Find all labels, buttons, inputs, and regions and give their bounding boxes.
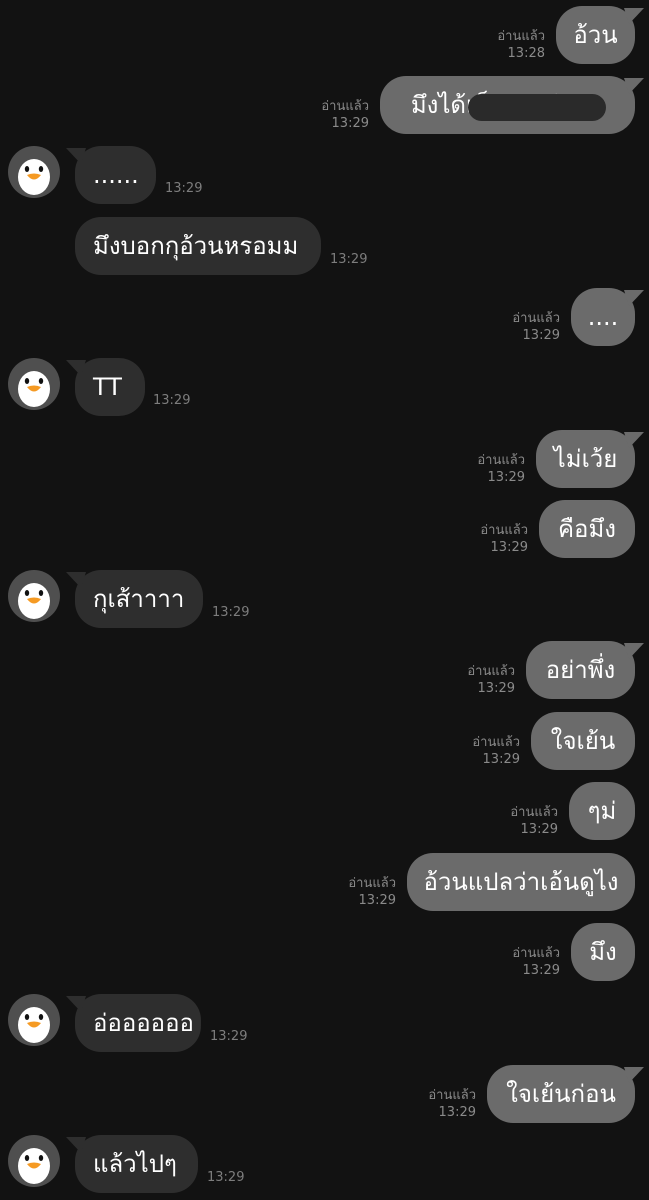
message-time: 13:29 xyxy=(358,893,396,908)
message-row-outgoing: อ่านแล้ว 13:29 มึง xyxy=(0,923,649,981)
message-bubble[interactable]: อ้วนแปลว่าเอ้นดูไง xyxy=(407,853,635,911)
read-receipt: อ่านแล้ว xyxy=(510,805,558,820)
message-text: ใจเย้นก่อน xyxy=(506,1080,616,1108)
message-text: กุเส้าาาา xyxy=(93,585,185,613)
penguin-icon[interactable] xyxy=(8,358,60,410)
message-row-incoming: กุเส้าาาา 13:29 xyxy=(0,570,649,628)
message-text: ใจเย้น xyxy=(550,727,616,755)
message-time: 13:29 xyxy=(153,393,191,408)
message-meta: อ่านแล้ว 13:29 xyxy=(472,734,520,768)
message-row-incoming: ...... 13:29 xyxy=(0,146,649,204)
read-receipt: อ่านแล้ว xyxy=(480,523,528,538)
read-receipt: อ่านแล้ว xyxy=(428,1088,476,1103)
message-text: .... xyxy=(587,303,619,331)
message-text: อย่าพึ่ง xyxy=(545,656,616,684)
message-time: 13:29 xyxy=(520,822,558,837)
message-meta: อ่านแล้ว 13:29 xyxy=(467,663,515,697)
message-bubble[interactable]: ใจเย้น xyxy=(531,712,635,770)
message-row-outgoing: อ่านแล้ว 13:29 มึงได้เห็นรูปกูยังนะ xyxy=(0,76,649,134)
message-time: 13:29 xyxy=(330,252,368,267)
message-time: 13:29 xyxy=(210,1029,248,1044)
message-text: มึงบอกกุอ้วนหรอมม xyxy=(93,232,299,260)
message-meta: อ่านแล้ว 13:29 xyxy=(510,804,558,838)
message-row-outgoing: อ่านแล้ว 13:29 ๆม่ xyxy=(0,782,649,840)
message-bubble[interactable]: มึง xyxy=(571,923,635,981)
read-receipt: อ่านแล้ว xyxy=(477,453,525,468)
read-receipt: อ่านแล้ว xyxy=(467,664,515,679)
message-row-incoming: อ่ออออออ 13:29 xyxy=(0,994,649,1052)
message-text: อ่ออออออ xyxy=(93,1009,194,1037)
message-meta: อ่านแล้ว 13:29 xyxy=(321,98,369,132)
message-meta: อ่านแล้ว 13:29 xyxy=(512,310,560,344)
read-receipt: อ่านแล้ว xyxy=(497,29,545,44)
chat-view[interactable]: อ่านแล้ว 13:28 อ้วน อ่านแล้ว 13:29 มึงได… xyxy=(0,0,649,1200)
message-bubble[interactable]: ใจเย้นก่อน xyxy=(487,1065,635,1123)
message-row-outgoing: อ่านแล้ว 13:29 คือมึง xyxy=(0,500,649,558)
message-time: 13:29 xyxy=(522,963,560,978)
message-time: 13:29 xyxy=(490,540,528,555)
message-text: แล้วไปๆ xyxy=(93,1150,177,1178)
message-meta: อ่านแล้ว 13:28 xyxy=(497,28,545,62)
read-receipt: อ่านแล้ว xyxy=(512,311,560,326)
message-text: ไม่เว้ย xyxy=(553,445,618,473)
message-row-incoming: TT 13:29 xyxy=(0,358,649,416)
message-text: ๆม่ xyxy=(587,797,617,825)
message-bubble[interactable]: ไม่เว้ย xyxy=(536,430,635,488)
message-bubble[interactable]: อย่าพึ่ง xyxy=(526,641,635,699)
message-time: 13:29 xyxy=(212,605,250,620)
message-text: มึง xyxy=(589,938,617,966)
message-row-outgoing: อ่านแล้ว 13:28 อ้วน xyxy=(0,6,649,64)
message-time: 13:29 xyxy=(477,681,515,696)
message-time: 13:29 xyxy=(165,181,203,196)
read-receipt: อ่านแล้ว xyxy=(321,99,369,114)
message-time: 13:29 xyxy=(487,470,525,485)
message-time: 13:29 xyxy=(438,1105,476,1120)
message-meta: อ่านแล้ว 13:29 xyxy=(348,875,396,909)
message-text: อ้วน xyxy=(573,21,618,49)
message-text: อ้วนแปลว่าเอ้นดูไง xyxy=(423,868,619,896)
penguin-icon[interactable] xyxy=(8,146,60,198)
message-text: คือมึง xyxy=(557,515,616,543)
message-row-outgoing: อ่านแล้ว 13:29 อ้วนแปลว่าเอ้นดูไง xyxy=(0,853,649,911)
message-bubble[interactable]: TT xyxy=(75,358,145,416)
message-row-outgoing: อ่านแล้ว 13:29 ไม่เว้ย xyxy=(0,430,649,488)
read-receipt: อ่านแล้ว xyxy=(348,876,396,891)
message-text: TT xyxy=(93,373,122,401)
message-row-outgoing: อ่านแล้ว 13:29 ใจเย้น xyxy=(0,712,649,770)
message-row-outgoing: อ่านแล้ว 13:29 .... xyxy=(0,288,649,346)
message-time: 13:29 xyxy=(207,1170,245,1185)
read-receipt: อ่านแล้ว xyxy=(472,735,520,750)
penguin-icon[interactable] xyxy=(8,570,60,622)
penguin-icon[interactable] xyxy=(8,1135,60,1187)
message-meta: อ่านแล้ว 13:29 xyxy=(428,1087,476,1121)
message-bubble[interactable]: อ้วน xyxy=(556,6,635,64)
message-time: 13:28 xyxy=(507,46,545,61)
penguin-icon[interactable] xyxy=(8,994,60,1046)
message-bubble[interactable]: ...... xyxy=(75,146,156,204)
message-bubble[interactable]: มึงบอกกุอ้วนหรอมม xyxy=(75,217,321,275)
message-bubble[interactable]: อ่ออออออ xyxy=(75,994,201,1052)
message-bubble[interactable]: แล้วไปๆ xyxy=(75,1135,198,1193)
message-bubble[interactable]: .... xyxy=(571,288,635,346)
message-row-outgoing: อ่านแล้ว 13:29 อย่าพึ่ง xyxy=(0,641,649,699)
message-bubble[interactable]: คือมึง xyxy=(539,500,635,558)
message-row-incoming: แล้วไปๆ 13:29 xyxy=(0,1135,649,1193)
message-time: 13:29 xyxy=(522,328,560,343)
message-bubble[interactable]: มึงได้เห็นรูปกูยังนะ xyxy=(380,76,635,134)
message-meta: อ่านแล้ว 13:29 xyxy=(480,522,528,556)
message-bubble[interactable]: กุเส้าาาา xyxy=(75,570,203,628)
message-row-incoming: มึงบอกกุอ้วนหรอมม 13:29 xyxy=(0,217,649,275)
message-meta: อ่านแล้ว 13:29 xyxy=(477,452,525,486)
message-time: 13:29 xyxy=(482,752,520,767)
read-receipt: อ่านแล้ว xyxy=(512,946,560,961)
message-row-outgoing: อ่านแล้ว 13:29 ใจเย้นก่อน xyxy=(0,1065,649,1123)
message-time: 13:29 xyxy=(331,116,369,131)
message-text: ...... xyxy=(93,161,139,189)
message-meta: อ่านแล้ว 13:29 xyxy=(512,945,560,979)
message-bubble[interactable]: ๆม่ xyxy=(569,782,635,840)
redaction-bar xyxy=(468,94,606,121)
